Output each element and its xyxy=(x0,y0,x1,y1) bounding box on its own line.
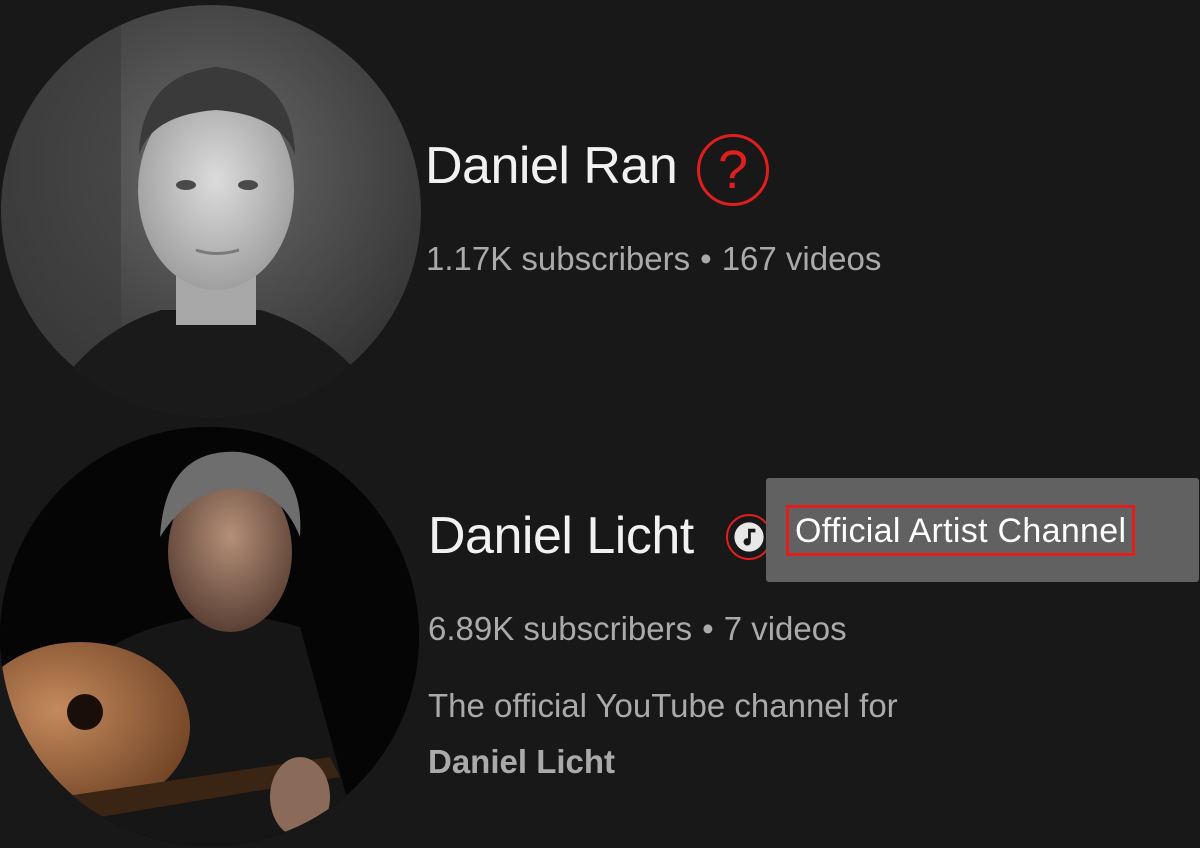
official-artist-tooltip: Official Artist Channel xyxy=(766,478,1199,582)
separator-dot: • xyxy=(702,610,714,647)
description-line: The official YouTube channel for xyxy=(428,687,898,724)
channel-name-daniel-licht[interactable]: Daniel Licht xyxy=(428,510,694,562)
description-channel-name: Daniel Licht xyxy=(428,743,616,780)
tooltip-text: Official Artist Channel xyxy=(786,505,1136,556)
channel-avatar-daniel-ran[interactable] xyxy=(1,5,421,417)
channel-stats-daniel-licht: 6.89K subscribers • 7 videos xyxy=(428,612,847,645)
subscriber-count: 6.89K subscribers xyxy=(428,610,693,647)
subscriber-count: 1.17K subscribers xyxy=(426,240,691,277)
separator-dot: • xyxy=(700,240,712,277)
channel-name-daniel-ran[interactable]: Daniel Ran xyxy=(425,140,678,192)
question-mark-icon: ? xyxy=(697,134,769,206)
channel-avatar-daniel-licht[interactable] xyxy=(0,427,419,846)
video-count: 7 videos xyxy=(723,610,847,647)
video-count: 167 videos xyxy=(721,240,882,277)
channel-stats-daniel-ran: 1.17K subscribers • 167 videos xyxy=(426,242,881,275)
channel-description: The official YouTube channel for Daniel … xyxy=(428,678,898,790)
